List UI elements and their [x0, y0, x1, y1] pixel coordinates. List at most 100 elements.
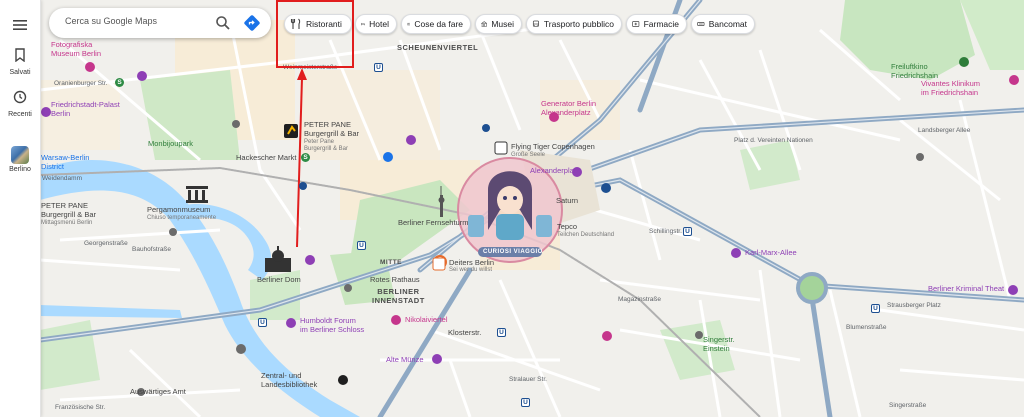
label-franzoesische: Französische Str.	[55, 404, 106, 411]
chip-atm-label: Bancomat	[708, 19, 747, 29]
recent-place-button[interactable]: Berlino	[0, 146, 40, 173]
hamburger-icon	[13, 20, 27, 30]
recent-button[interactable]: Recenti	[0, 90, 40, 118]
label-oranienburger: Oranienburger Str.	[54, 80, 108, 87]
u-bahn-strausberger-platz[interactable]: U	[871, 304, 880, 313]
bookmark-icon	[15, 48, 25, 63]
label-kriminal[interactable]: Berliner Kriminal Theat	[928, 284, 1004, 294]
history-icon	[13, 90, 27, 104]
label-peter-pane-1-sub: Peter Pane Burgergrill & Bar	[304, 139, 349, 152]
label-alte-muenze[interactable]: Alte Münze	[386, 355, 424, 365]
s-bahn-oranienburger[interactable]: S	[115, 78, 124, 87]
label-flying-tiger[interactable]: Flying Tiger Copenhagen	[511, 142, 595, 152]
chip-museums[interactable]: Musei	[475, 14, 522, 34]
label-peter-pane-2-sub: Mittagsmenü Berlin	[41, 220, 93, 226]
label-georgenstrasse: Georgenstraße	[84, 240, 128, 247]
chip-atm[interactable]: Bancomat	[691, 14, 755, 34]
strausberger-platz-roundabout	[796, 272, 828, 304]
label-nikolaiviertel[interactable]: Nikolaiviertel	[405, 315, 448, 325]
u-bahn-weinmeisterstrasse[interactable]: U	[374, 63, 383, 72]
watermark-caption: CURIOSI VIAGGIO	[483, 249, 543, 255]
label-stralauer: Stralauer Str.	[509, 376, 547, 383]
label-rotes-rathaus[interactable]: Rotes Rathaus	[370, 275, 420, 285]
chip-public-transport-label: Trasporto pubblico	[543, 19, 614, 29]
label-monbijoupark[interactable]: Monbijoupark	[148, 139, 193, 149]
camera-icon	[407, 23, 411, 26]
recent-place-thumbnail	[11, 146, 29, 164]
label-karl-marx-allee[interactable]: Karl-Marx-Allee	[745, 248, 797, 258]
label-fotografiska[interactable]: Fotografiska Museum Berlin	[51, 40, 101, 58]
fork-knife-icon	[290, 18, 301, 29]
label-tepco[interactable]: Tepco	[557, 222, 577, 232]
label-strausberger: Strausberger Platz	[887, 302, 941, 309]
s-bahn-hackescher-markt[interactable]: S	[301, 153, 310, 162]
u-bahn-markisches-museum[interactable]: U	[521, 398, 530, 407]
pergamon-building-icon[interactable]	[186, 186, 208, 203]
label-berliner-dom[interactable]: Berliner Dom	[257, 275, 301, 285]
bus-icon	[532, 20, 539, 27]
label-alexanderplatz[interactable]: Alexanderplatz	[530, 166, 580, 176]
saved-button[interactable]: Salvati	[0, 48, 40, 76]
chip-museums-label: Musei	[491, 19, 514, 29]
saved-label: Salvati	[9, 69, 31, 76]
highlight-box	[276, 0, 354, 68]
label-mitte: MITTE	[380, 259, 402, 266]
berliner-dom-pin[interactable]	[305, 255, 315, 265]
label-klosterstr[interactable]: Klosterstr.	[448, 328, 481, 338]
search-input[interactable]	[63, 15, 207, 27]
chip-things-to-do-label: Cose da fare	[414, 19, 463, 29]
label-platz-vn: Platz d. Vereinten Nationen	[734, 137, 813, 144]
pharmacy-icon	[632, 21, 640, 27]
museum-pin[interactable]	[137, 71, 147, 81]
label-singerstr: Singerstraße	[889, 402, 927, 409]
label-bauhofstrasse: Bauhofstraße	[132, 246, 172, 253]
chip-public-transport[interactable]: Trasporto pubblico	[526, 14, 622, 34]
u-bahn-museumsinsel[interactable]: U	[258, 318, 267, 327]
peter-pane-pin[interactable]	[284, 124, 298, 138]
label-schillingstr: Schillingstr.	[649, 228, 682, 235]
theater-pin[interactable]	[41, 107, 51, 117]
label-berliner-innenstadt: BERLINER INNENSTADT	[372, 287, 425, 305]
label-humboldt[interactable]: Humboldt Forum im Berliner Schloss	[300, 316, 364, 334]
label-peter-pane-2[interactable]: PETER PANE Burgergrill & Bar	[41, 201, 96, 219]
label-magazinstr: Magazinstraße	[618, 296, 661, 303]
label-deiters-sub: Sei wer du willst	[449, 267, 493, 273]
label-blumenstr: Blumenstraße	[846, 324, 887, 331]
chip-hotel[interactable]: Hotel	[355, 14, 397, 34]
label-freiluftkino[interactable]: Freiluftkino Friedrichshain	[891, 62, 938, 80]
search-icon[interactable]	[215, 15, 231, 31]
shop-pin[interactable]	[85, 62, 95, 72]
chip-things-to-do[interactable]: Cose da fare	[401, 14, 471, 34]
label-friedrichstadt[interactable]: Friedrichstadt-Palast Berlin	[51, 100, 120, 118]
flying-tiger-icon[interactable]	[494, 141, 508, 155]
label-pergamon-sub: Chiuso temporaneamente	[147, 215, 217, 221]
u-bahn-schillingstr[interactable]: U	[683, 227, 692, 236]
label-fernsehturm[interactable]: Berliner Fernsehturm	[398, 218, 468, 228]
u-bahn-rotes-rathaus[interactable]: U	[357, 241, 366, 250]
chip-restaurants-label: Ristoranti	[306, 19, 342, 29]
label-landsberger: Landsberger Allee	[918, 127, 971, 134]
label-flying-tiger-sub: Große Seele	[511, 152, 546, 158]
chip-restaurants[interactable]: Ristoranti	[284, 14, 352, 34]
label-tepco-sub: Teilchen Deutschland	[557, 232, 615, 238]
label-peter-pane-1[interactable]: PETER PANE Burgergrill & Bar	[304, 120, 359, 138]
recent-label: Recenti	[8, 111, 32, 118]
u-bahn-klosterstr[interactable]: U	[497, 328, 506, 337]
label-pergamon[interactable]: Pergamonmuseum	[147, 205, 210, 215]
chip-pharmacies[interactable]: Farmacie	[626, 14, 687, 34]
label-vivantes[interactable]: Vivantes Klinikum im Friedrichshain	[921, 79, 980, 97]
recent-place-label: Berlino	[9, 166, 31, 173]
chip-pharmacies-label: Farmacie	[643, 19, 679, 29]
label-zentral[interactable]: Zentral- und Landesbibliothek	[261, 371, 317, 389]
label-singerstr-einstein[interactable]: Singerstr. Einstein	[703, 335, 735, 353]
label-warsaw[interactable]: Warsaw-Berlin District	[41, 153, 89, 171]
menu-button[interactable]	[0, 18, 40, 36]
bed-icon	[361, 22, 366, 26]
deiters-icon[interactable]	[432, 257, 446, 271]
label-hackescher-markt[interactable]: Hackescher Markt	[236, 153, 296, 163]
directions-icon[interactable]	[243, 14, 261, 32]
label-generator[interactable]: Generator Berlin Alexanderplatz	[541, 99, 596, 117]
label-saturn[interactable]: Saturn	[556, 196, 578, 206]
label-auswaertiges[interactable]: Auswärtiges Amt	[130, 387, 186, 397]
label-weidendamm: Weidendamm	[42, 175, 82, 182]
